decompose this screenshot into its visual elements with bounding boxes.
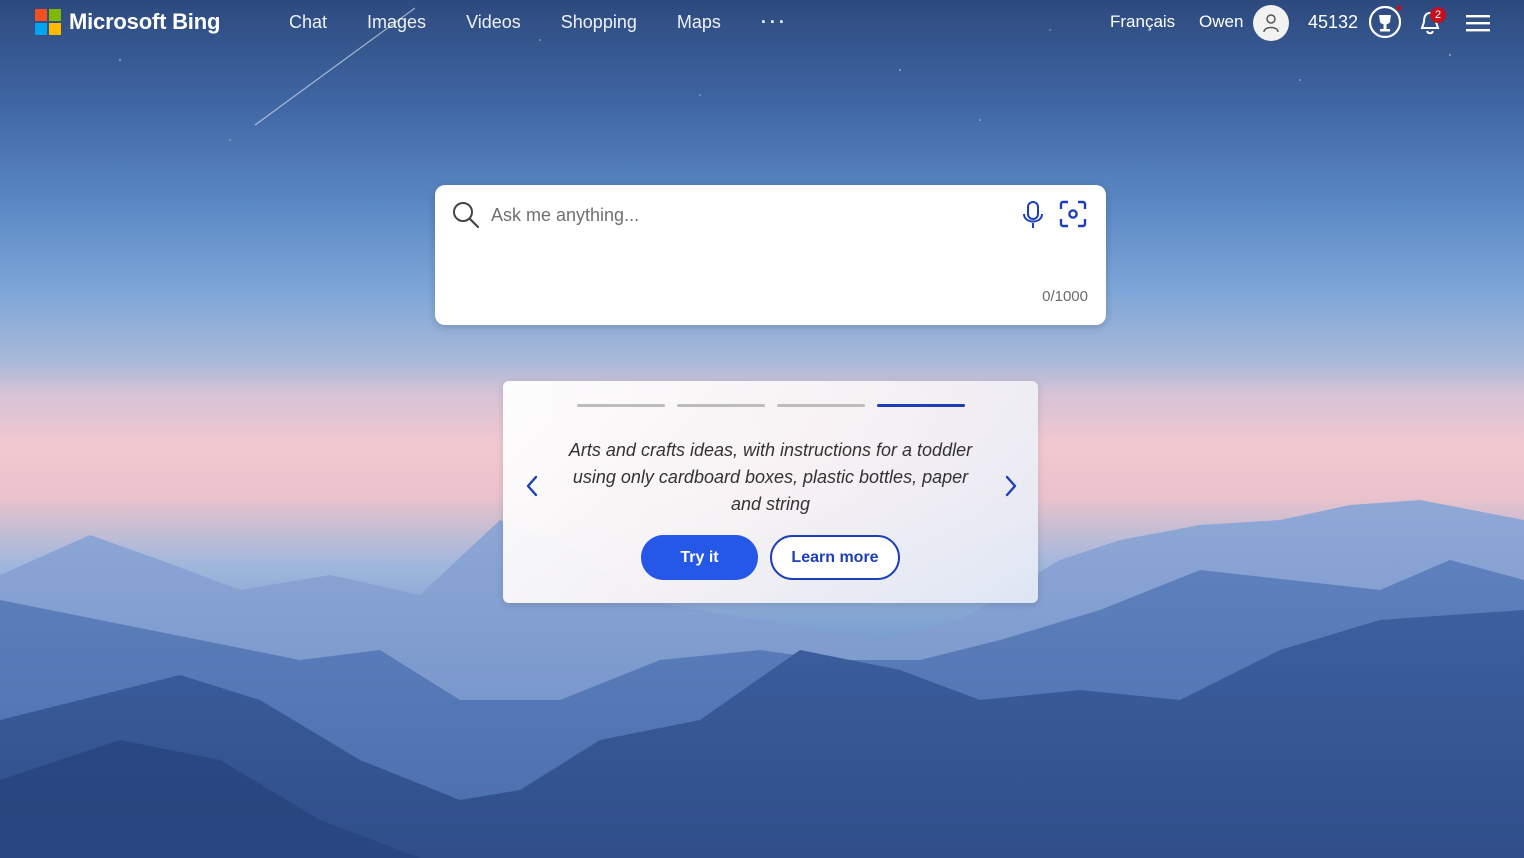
nav-maps[interactable]: Maps: [677, 12, 721, 33]
chevron-left-icon[interactable]: [522, 473, 542, 499]
language-link[interactable]: Français: [1110, 12, 1175, 32]
nav-more-button[interactable]: ···: [761, 12, 788, 33]
brand-name: Microsoft Bing: [69, 9, 221, 34]
search-box: 0/1000: [435, 185, 1106, 325]
search-icon: [452, 201, 480, 229]
main-nav: Chat Images Videos Shopping Maps ···: [289, 12, 828, 33]
char-counter: 0/1000: [1042, 288, 1088, 305]
prompt-carousel: Arts and crafts ideas, with instructions…: [503, 381, 1038, 603]
visual-search-icon[interactable]: [1058, 199, 1088, 229]
rewards-trophy-icon[interactable]: [1368, 5, 1402, 39]
top-bar: Microsoft Bing Chat Images Videos Shoppi…: [0, 0, 1524, 48]
user-avatar-icon[interactable]: [1253, 5, 1289, 41]
carousel-indicator-4[interactable]: [877, 404, 965, 407]
carousel-indicator-3[interactable]: [777, 404, 865, 407]
learn-more-button[interactable]: Learn more: [770, 535, 900, 580]
search-input[interactable]: [489, 199, 993, 231]
hamburger-menu-icon[interactable]: [1466, 13, 1490, 33]
notification-badge: 2: [1430, 7, 1446, 23]
try-it-button[interactable]: Try it: [641, 535, 758, 580]
microsoft-logo-icon: [35, 9, 61, 35]
carousel-prompt-text: Arts and crafts ideas, with instructions…: [568, 440, 973, 514]
rewards-points[interactable]: 45132: [1308, 12, 1358, 33]
nav-images[interactable]: Images: [367, 12, 426, 33]
nav-shopping[interactable]: Shopping: [561, 12, 637, 33]
bing-logo[interactable]: Microsoft Bing: [35, 9, 220, 35]
carousel-indicator-1[interactable]: [577, 404, 665, 407]
microphone-icon[interactable]: [1021, 200, 1045, 230]
nav-chat[interactable]: Chat: [289, 12, 327, 33]
chevron-right-icon[interactable]: [1001, 473, 1021, 499]
user-name[interactable]: Owen: [1199, 12, 1243, 32]
nav-videos[interactable]: Videos: [466, 12, 521, 33]
carousel-indicators: [577, 404, 965, 407]
carousel-indicator-2[interactable]: [677, 404, 765, 407]
